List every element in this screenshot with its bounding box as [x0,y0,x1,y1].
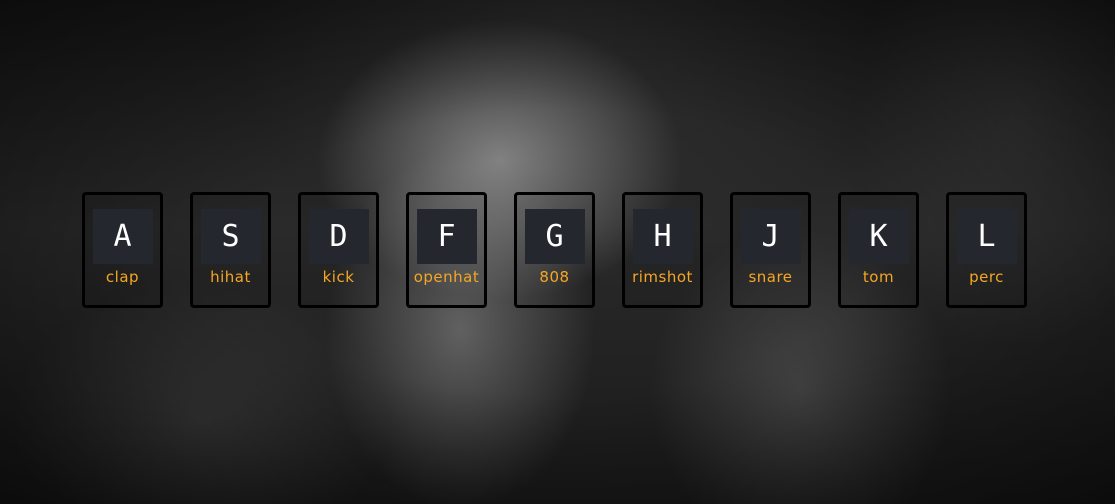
drum-key-808[interactable]: G 808 [514,192,595,308]
drum-key-tom[interactable]: K tom [838,192,919,308]
drum-key-snare[interactable]: J snare [730,192,811,308]
key-letter: H [632,209,693,264]
key-letter: K [848,209,909,264]
background-photo: A clap S hihat D kick F openhat G 808 H … [0,0,1115,504]
key-letter: G [524,209,585,264]
sound-label: snare [748,268,793,286]
sound-label: perc [969,268,1004,286]
drum-keys-row: A clap S hihat D kick F openhat G 808 H … [82,192,1027,308]
drum-key-hihat[interactable]: S hihat [190,192,271,308]
drum-key-clap[interactable]: A clap [82,192,163,308]
sound-label: hihat [210,268,251,286]
key-letter: J [740,209,801,264]
key-letter: L [956,209,1017,264]
sound-label: clap [105,268,140,286]
drum-key-kick[interactable]: D kick [298,192,379,308]
drum-key-openhat[interactable]: F openhat [406,192,487,308]
sound-label: 808 [539,268,570,286]
drum-key-rimshot[interactable]: H rimshot [622,192,703,308]
sound-label: tom [862,268,895,286]
sound-label: openhat [413,268,480,286]
sound-label: kick [322,268,355,286]
key-letter: A [92,209,153,264]
key-letter: D [308,209,369,264]
drum-key-perc[interactable]: L perc [946,192,1027,308]
key-letter: S [200,209,261,264]
key-letter: F [416,209,477,264]
sound-label: rimshot [632,268,693,286]
